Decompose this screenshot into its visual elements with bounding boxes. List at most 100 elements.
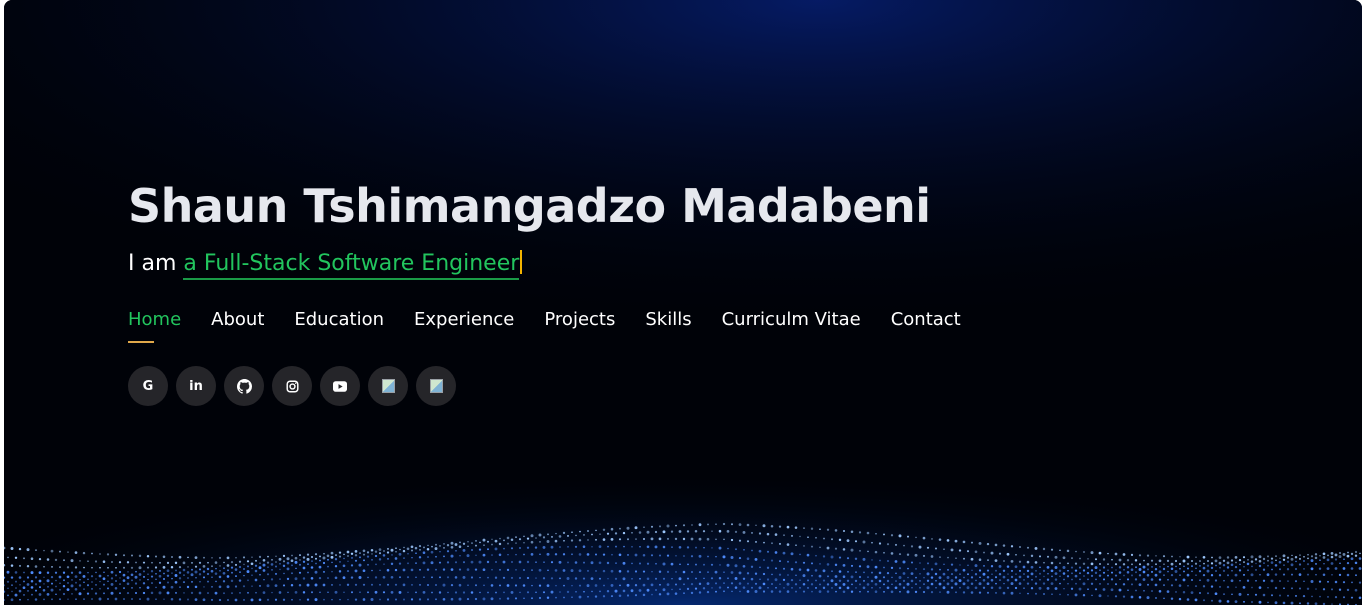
linkedin-link[interactable]: in [176,366,216,406]
wave-particle [462,548,466,552]
wave-particle [922,590,926,594]
wave-particle [31,593,33,596]
wave-particle [762,582,766,586]
instagram-link[interactable] [272,366,312,406]
wave-particle [370,548,374,552]
nav-curriculum-vitae[interactable]: Curriculm Vitae [722,308,861,338]
wave-particle [178,577,182,580]
wave-particle [686,530,690,533]
wave-particle [962,568,966,572]
wave-particle [954,582,958,586]
wave-particle [454,576,458,579]
wave-particle [986,576,990,579]
wave-particle [886,571,890,575]
wave-particle [854,540,858,543]
wave-particle [994,576,998,579]
nav-contact[interactable]: Contact [891,308,961,338]
wave-particle [1099,563,1101,565]
wave-particle [386,551,390,554]
wave-particle [906,553,910,556]
wave-particle [1010,569,1014,572]
wave-particle [730,582,734,585]
wave-particle [530,540,534,544]
wave-particle [135,570,137,573]
nav-about[interactable]: About [211,308,264,338]
nav-experience[interactable]: Experience [414,308,514,338]
wave-particle [1118,558,1122,562]
youtube-link[interactable] [320,366,360,406]
wave-particle [394,557,398,560]
wave-particle [698,571,702,574]
wave-particle [439,576,441,579]
wave-particle [598,545,602,548]
wave-particle [950,579,954,583]
social-link-image-1[interactable] [368,366,408,406]
wave-particle [483,584,485,587]
wave-particle [219,569,221,572]
wave-particle [626,526,630,530]
wave-particle [1175,565,1177,568]
wave-particle [1023,587,1025,589]
wave-particle [531,597,533,600]
wave-particle [610,583,614,587]
wave-particle [706,582,710,585]
wave-particle [346,550,350,554]
wave-particle [738,582,742,585]
wave-particle [939,591,941,593]
wave-particle [582,577,586,580]
wave-particle [910,545,914,548]
wave-particle [135,561,137,564]
wave-particle [1067,569,1069,572]
wave-particle [1166,559,1170,563]
wave-particle [786,590,790,593]
github-link[interactable] [224,366,264,406]
wave-particle [174,574,178,577]
wave-particle [1202,585,1206,588]
wave-particle [466,568,470,571]
wave-particle [799,535,801,538]
wave-particle [262,591,266,594]
wave-particle [1159,565,1161,568]
wave-particle [1354,550,1358,554]
wave-particle [515,569,517,571]
wave-particle [595,529,597,532]
social-link-image-2[interactable] [416,366,456,406]
nav-education[interactable]: Education [294,308,384,338]
nav-skills[interactable]: Skills [645,308,691,338]
nav-home[interactable]: Home [128,308,181,343]
google-link[interactable]: G [128,366,168,406]
wave-particle [638,562,642,565]
wave-particle [395,547,397,550]
wave-particle [1119,578,1121,581]
wave-particle [555,584,557,587]
wave-particle [1130,568,1134,571]
wave-particle [354,559,358,562]
wave-particle [1038,586,1042,590]
wave-particle [1310,567,1314,571]
nav-projects[interactable]: Projects [544,308,615,338]
wave-particle [1315,573,1317,576]
wave-particle [874,590,878,593]
wave-particle [954,568,958,572]
wave-particle [1102,566,1106,569]
wave-particle [1107,569,1109,572]
wave-particle [1186,573,1190,577]
wave-particle [998,572,1002,576]
wave-particle [1303,560,1305,562]
wave-particle [358,576,362,579]
wave-particle [334,576,338,580]
wave-particle [74,551,78,554]
wave-particle [1186,562,1190,566]
wave-particle [395,598,397,601]
wave-particle [306,557,310,561]
wave-particle [1267,559,1269,562]
wave-particle [675,524,677,527]
wave-particle [746,572,750,575]
wave-particle [358,563,362,567]
wave-particle [494,576,498,579]
wave-particle [715,523,717,525]
wave-particle [102,560,106,563]
wave-particle [1291,573,1293,576]
wave-particle [1118,571,1122,574]
wave-particle [1050,548,1054,551]
